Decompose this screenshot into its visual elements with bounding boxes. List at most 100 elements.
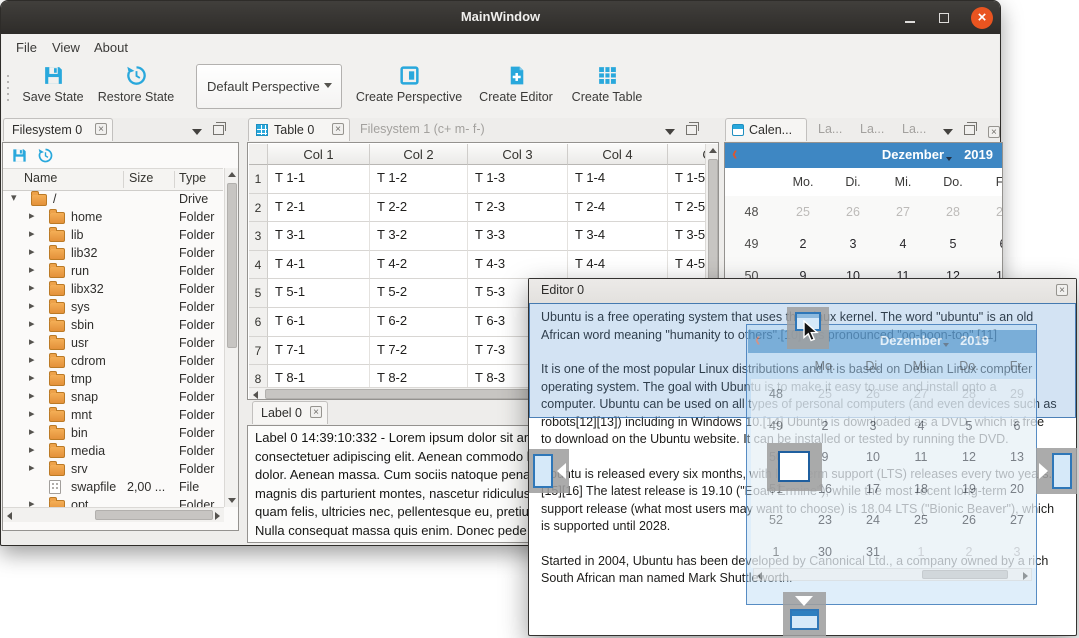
restore-state-button[interactable]: Restore State bbox=[94, 62, 178, 114]
table-cell[interactable]: T 6-2 bbox=[370, 308, 468, 337]
calendar-date[interactable]: 25 bbox=[778, 196, 828, 228]
tree-row-sys[interactable]: ▸sysFolder bbox=[3, 298, 223, 316]
tree-row-[interactable]: ▾/Drive bbox=[3, 190, 223, 208]
tree-row-lib32[interactable]: ▸lib32Folder bbox=[3, 244, 223, 262]
expander-closed-icon[interactable]: ▸ bbox=[29, 335, 35, 348]
table-cell[interactable]: T 5-2 bbox=[370, 279, 468, 308]
expander-closed-icon[interactable]: ▸ bbox=[29, 497, 35, 507]
expander-open-icon[interactable]: ▾ bbox=[11, 191, 17, 204]
menu-about[interactable]: About bbox=[88, 38, 134, 57]
dock-indicator-bottom[interactable] bbox=[783, 592, 826, 636]
table-row-header[interactable]: 4 bbox=[249, 251, 268, 280]
table-cell[interactable]: T 4-1 bbox=[268, 251, 370, 280]
dock-indicator-right[interactable] bbox=[1036, 448, 1077, 494]
tab-close-icon[interactable] bbox=[332, 123, 344, 135]
dock-indicator-left[interactable] bbox=[529, 449, 569, 493]
table-row-header[interactable]: 5 bbox=[249, 279, 268, 308]
column-type[interactable]: Type bbox=[179, 171, 206, 185]
tree-row-lib[interactable]: ▸libFolder bbox=[3, 226, 223, 244]
expander-closed-icon[interactable]: ▸ bbox=[29, 443, 35, 456]
tab-table-0[interactable]: Table 0 bbox=[248, 118, 350, 141]
tab-label-3[interactable]: La... bbox=[894, 118, 932, 141]
expander-closed-icon[interactable]: ▸ bbox=[29, 425, 35, 438]
calendar-date[interactable]: 3 bbox=[828, 228, 878, 260]
tree-row-home[interactable]: ▸homeFolder bbox=[3, 208, 223, 226]
tree-header[interactable]: Name Size Type bbox=[3, 168, 223, 191]
tab-menu-icon[interactable] bbox=[192, 129, 202, 135]
tree-vscrollbar[interactable] bbox=[224, 168, 239, 507]
expander-closed-icon[interactable]: ▸ bbox=[29, 407, 35, 420]
tree-row-swapfile[interactable]: swapfile2,00 ...File bbox=[3, 478, 223, 496]
expander-closed-icon[interactable]: ▸ bbox=[29, 353, 35, 366]
table-cell[interactable]: T 3-3 bbox=[468, 222, 568, 251]
month-label[interactable]: Dezember bbox=[882, 147, 944, 162]
table-cell[interactable]: T 4-2 bbox=[370, 251, 468, 280]
tab-filesystem-1[interactable]: Filesystem 1 (c+ m- f-) bbox=[352, 118, 512, 141]
table-cell[interactable]: T 5-1 bbox=[268, 279, 370, 308]
table-cell[interactable]: T 4-3 bbox=[468, 251, 568, 280]
tree-row-bin[interactable]: ▸binFolder bbox=[3, 424, 223, 442]
expander-closed-icon[interactable]: ▸ bbox=[29, 281, 35, 294]
calendar-date[interactable]: 29 bbox=[978, 196, 1003, 228]
calendar-date[interactable]: 5 bbox=[928, 228, 978, 260]
tab-label-0[interactable]: Label 0 bbox=[252, 401, 328, 424]
tree-row-media[interactable]: ▸mediaFolder bbox=[3, 442, 223, 460]
expander-closed-icon[interactable]: ▸ bbox=[29, 209, 35, 222]
tab-menu-icon[interactable] bbox=[665, 129, 675, 135]
create-table-button[interactable]: Create Table bbox=[562, 62, 652, 114]
tree-row-snap[interactable]: ▸snapFolder bbox=[3, 388, 223, 406]
table-row-header[interactable]: 7 bbox=[249, 337, 268, 366]
editor-titlebar[interactable]: Editor 0 bbox=[529, 279, 1076, 304]
tree-row-tmp[interactable]: ▸tmpFolder bbox=[3, 370, 223, 388]
tree-row-sbin[interactable]: ▸sbinFolder bbox=[3, 316, 223, 334]
minimize-button[interactable] bbox=[899, 7, 921, 29]
expander-closed-icon[interactable]: ▸ bbox=[29, 263, 35, 276]
maximize-button[interactable] bbox=[933, 7, 955, 29]
expander-closed-icon[interactable]: ▸ bbox=[29, 461, 35, 474]
tree-row-mnt[interactable]: ▸mntFolder bbox=[3, 406, 223, 424]
table-cell[interactable]: T 1-3 bbox=[468, 165, 568, 194]
table-cell[interactable]: T 2-1 bbox=[268, 194, 370, 223]
window-titlebar[interactable]: MainWindow × bbox=[1, 1, 1000, 34]
calendar-date[interactable]: 2 bbox=[778, 228, 828, 260]
table-cell[interactable]: T 3-1 bbox=[268, 222, 370, 251]
panel-close-icon[interactable] bbox=[988, 126, 1000, 138]
table-row-header[interactable]: 6 bbox=[249, 308, 268, 337]
expander-closed-icon[interactable]: ▸ bbox=[29, 245, 35, 258]
perspective-combobox[interactable]: Default Perspective bbox=[196, 64, 342, 109]
table-cell[interactable]: T 7-2 bbox=[370, 337, 468, 366]
expander-closed-icon[interactable]: ▸ bbox=[29, 389, 35, 402]
menu-file[interactable]: File bbox=[10, 38, 43, 57]
editor-close-icon[interactable] bbox=[1056, 284, 1068, 296]
toolbar-drag-handle[interactable] bbox=[6, 73, 10, 105]
table-cell[interactable]: T 2-2 bbox=[370, 194, 468, 223]
tree-row-usr[interactable]: ▸usrFolder bbox=[3, 334, 223, 352]
tab-menu-icon[interactable] bbox=[943, 129, 953, 135]
table-cell[interactable]: T 1-2 bbox=[370, 165, 468, 194]
calendar-date[interactable]: 27 bbox=[878, 196, 928, 228]
tab-calendar[interactable]: Calen... bbox=[725, 118, 807, 141]
tree-row-opt[interactable]: ▸optFolder bbox=[3, 496, 223, 507]
table-row-header[interactable]: 1 bbox=[249, 165, 268, 194]
prev-month-icon[interactable]: ‹ bbox=[732, 144, 737, 167]
table-cell[interactable]: T 1-4 bbox=[568, 165, 668, 194]
tab-label-2[interactable]: La... bbox=[852, 118, 890, 141]
table-column-header[interactable]: Col 1 bbox=[268, 144, 370, 165]
table-cell[interactable]: T 6-1 bbox=[268, 308, 370, 337]
expander-closed-icon[interactable]: ▸ bbox=[29, 317, 35, 330]
table-column-header[interactable]: Col 2 bbox=[370, 144, 468, 165]
table-row-header[interactable]: 2 bbox=[249, 194, 268, 223]
tree-row-cdrom[interactable]: ▸cdromFolder bbox=[3, 352, 223, 370]
expander-closed-icon[interactable]: ▸ bbox=[29, 299, 35, 312]
tree-row-srv[interactable]: ▸srvFolder bbox=[3, 460, 223, 478]
calendar-date[interactable]: 6 bbox=[978, 228, 1003, 260]
close-button[interactable]: × bbox=[971, 7, 993, 29]
expander-closed-icon[interactable]: ▸ bbox=[29, 371, 35, 384]
tab-filesystem-0[interactable]: Filesystem 0 bbox=[3, 118, 113, 141]
month-dropdown-icon[interactable] bbox=[946, 157, 952, 161]
expander-closed-icon[interactable]: ▸ bbox=[29, 227, 35, 240]
tab-close-icon[interactable] bbox=[310, 406, 322, 418]
create-editor-button[interactable]: Create Editor bbox=[472, 62, 560, 114]
table-column-header[interactable]: Col 3 bbox=[468, 144, 568, 165]
table-cell[interactable]: T 3-4 bbox=[568, 222, 668, 251]
